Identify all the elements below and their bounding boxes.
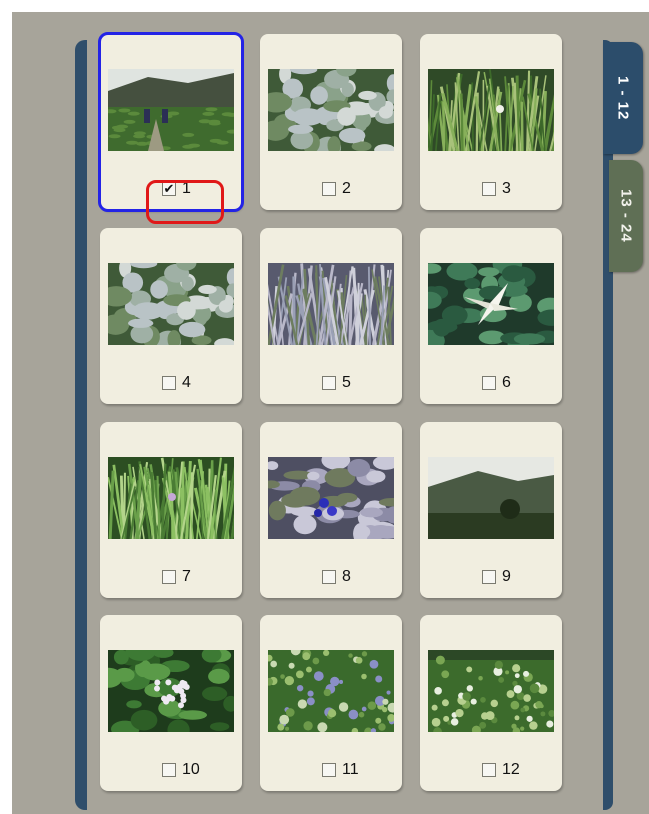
thumbnail-number: 12 bbox=[502, 761, 520, 778]
checkbox-row: 8 bbox=[322, 566, 351, 588]
tab-13-24[interactable]: 13 - 24 bbox=[609, 160, 643, 272]
thumbnail-card[interactable]: 4 bbox=[100, 228, 242, 404]
thumbnail-image[interactable] bbox=[108, 457, 234, 539]
thumbnail-card[interactable]: 5 bbox=[260, 228, 402, 404]
thumbnail-image[interactable] bbox=[428, 457, 554, 539]
checkbox-row: 7 bbox=[162, 566, 191, 588]
thumbnail-card[interactable]: 6 bbox=[420, 228, 562, 404]
thumbnail-card[interactable]: 8 bbox=[260, 422, 402, 598]
tab-label: 1 - 12 bbox=[614, 75, 632, 121]
checkbox-row: 6 bbox=[482, 372, 511, 394]
thumbnail-number: 6 bbox=[502, 374, 511, 391]
checkbox-empty-icon[interactable] bbox=[322, 376, 336, 390]
thumbnail-image[interactable] bbox=[428, 650, 554, 732]
thumbnail-number: 5 bbox=[342, 374, 351, 391]
tab-label: 13 - 24 bbox=[617, 189, 635, 243]
checkbox-empty-icon[interactable] bbox=[482, 182, 496, 196]
checkbox-row: 4 bbox=[162, 372, 191, 394]
checkbox-row: 5 bbox=[322, 372, 351, 394]
checkbox-row: 3 bbox=[482, 178, 511, 200]
checkbox-empty-icon[interactable] bbox=[482, 763, 496, 777]
checkbox-empty-icon[interactable] bbox=[322, 182, 336, 196]
thumbnail-image[interactable] bbox=[428, 69, 554, 151]
checkbox-highlight bbox=[146, 180, 224, 224]
checkbox-row: 11 bbox=[322, 759, 359, 781]
checkbox-empty-icon[interactable] bbox=[162, 763, 176, 777]
checkbox-empty-icon[interactable] bbox=[482, 570, 496, 584]
thumbnail-image[interactable] bbox=[108, 69, 234, 151]
thumbnail-image[interactable] bbox=[268, 650, 394, 732]
thumbnail-card[interactable]: 12 bbox=[420, 615, 562, 791]
thumbnail-image[interactable] bbox=[108, 263, 234, 345]
thumbnail-number: 9 bbox=[502, 568, 511, 585]
thumbnail-number: 7 bbox=[182, 568, 191, 585]
thumbnail-image[interactable] bbox=[268, 69, 394, 151]
thumbnail-card[interactable]: 9 bbox=[420, 422, 562, 598]
left-rail bbox=[75, 40, 87, 810]
thumbnail-number: 10 bbox=[182, 761, 200, 778]
thumbnail-image[interactable] bbox=[268, 457, 394, 539]
right-rail bbox=[603, 40, 613, 810]
checkbox-row: 9 bbox=[482, 566, 511, 588]
tab-1-12[interactable]: 1 - 12 bbox=[603, 42, 643, 154]
checkbox-row: 12 bbox=[482, 759, 520, 781]
checkbox-empty-icon[interactable] bbox=[322, 763, 336, 777]
thumbnail-number: 2 bbox=[342, 180, 351, 197]
thumbnail-image[interactable] bbox=[108, 650, 234, 732]
thumbnail-number: 11 bbox=[342, 761, 359, 778]
thumbnail-card[interactable]: 10 bbox=[100, 615, 242, 791]
checkbox-empty-icon[interactable] bbox=[482, 376, 496, 390]
thumbnail-card[interactable]: 7 bbox=[100, 422, 242, 598]
thumbnail-card[interactable]: 3 bbox=[420, 34, 562, 210]
checkbox-empty-icon[interactable] bbox=[162, 570, 176, 584]
thumbnail-browser: 1 - 12 13 - 24 ✔ 1 2 3 4 5 6 7 8 9 10 11 12 bbox=[12, 12, 649, 814]
thumbnail-number: 4 bbox=[182, 374, 191, 391]
thumbnail-number: 3 bbox=[502, 180, 511, 197]
checkbox-row: 2 bbox=[322, 178, 351, 200]
thumbnail-card[interactable]: 2 bbox=[260, 34, 402, 210]
thumbnail-number: 8 bbox=[342, 568, 351, 585]
thumbnail-image[interactable] bbox=[268, 263, 394, 345]
checkbox-row: 10 bbox=[162, 759, 200, 781]
thumbnail-image[interactable] bbox=[428, 263, 554, 345]
checkbox-empty-icon[interactable] bbox=[162, 376, 176, 390]
thumbnail-card[interactable]: 11 bbox=[260, 615, 402, 791]
checkbox-empty-icon[interactable] bbox=[322, 570, 336, 584]
